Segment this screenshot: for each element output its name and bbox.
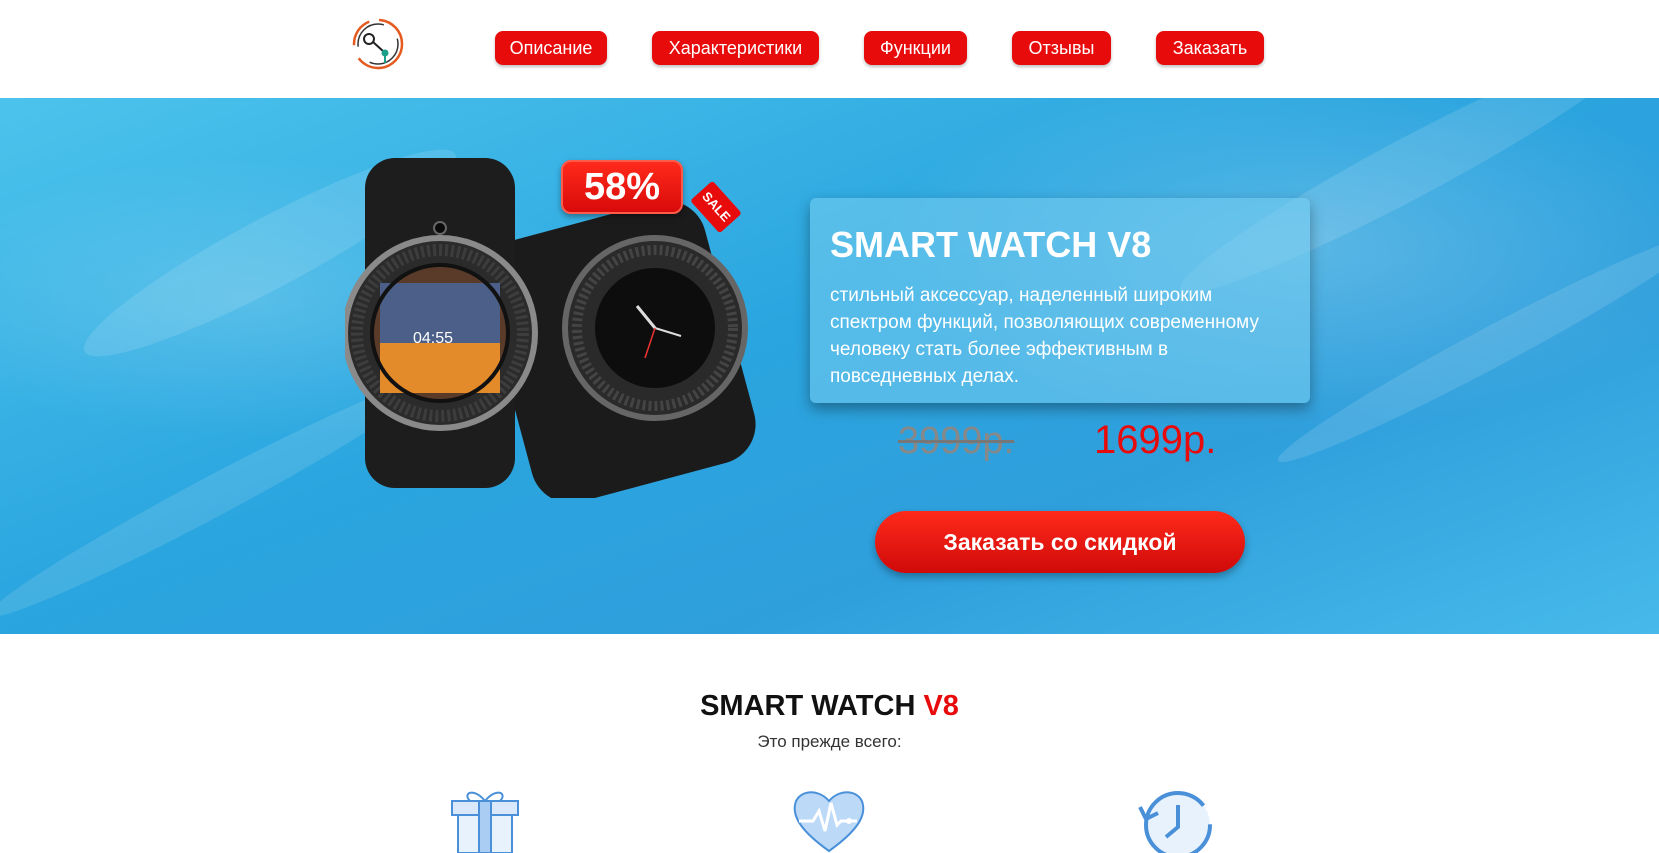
nav-item-specifications[interactable]: Характеристики <box>652 31 819 65</box>
order-discount-button[interactable]: Заказать со скидкой <box>875 511 1245 573</box>
features-title: SMART WATCH V8 <box>0 690 1659 723</box>
nav-item-reviews[interactable]: Отзывы <box>1012 31 1111 65</box>
discount-badge: 58% <box>561 160 683 214</box>
features-title-accent: V8 <box>923 690 959 722</box>
product-title: SMART WATCH V8 <box>830 224 1152 265</box>
product-info-card: SMART WATCH V8 стильный аксессуар, надел… <box>810 198 1310 403</box>
old-price: 3999р. <box>898 420 1015 462</box>
new-price: 1699р. <box>1094 418 1217 462</box>
hero-section: 04:55 58% SALE SMART WATCH V8 стильный а… <box>0 98 1659 634</box>
nav-item-description[interactable]: Описание <box>495 31 607 65</box>
features-title-main: SMART WATCH <box>700 690 924 722</box>
clock-history-icon <box>1138 791 1212 853</box>
site-header: Описание Характеристики Функции Отзывы З… <box>0 0 1659 98</box>
product-description: стильный аксессуар, наделенный широким с… <box>830 285 1259 387</box>
watch-screen-time: 04:55 <box>413 330 453 347</box>
nav-item-order[interactable]: Заказать <box>1156 31 1264 65</box>
background-streak <box>1268 217 1659 479</box>
features-subtitle: Это прежде всего: <box>757 732 902 751</box>
logo-icon[interactable] <box>349 15 407 73</box>
nav-item-functions[interactable]: Функции <box>864 31 967 65</box>
gift-icon <box>451 791 519 853</box>
heart-pulse-icon <box>793 791 865 853</box>
